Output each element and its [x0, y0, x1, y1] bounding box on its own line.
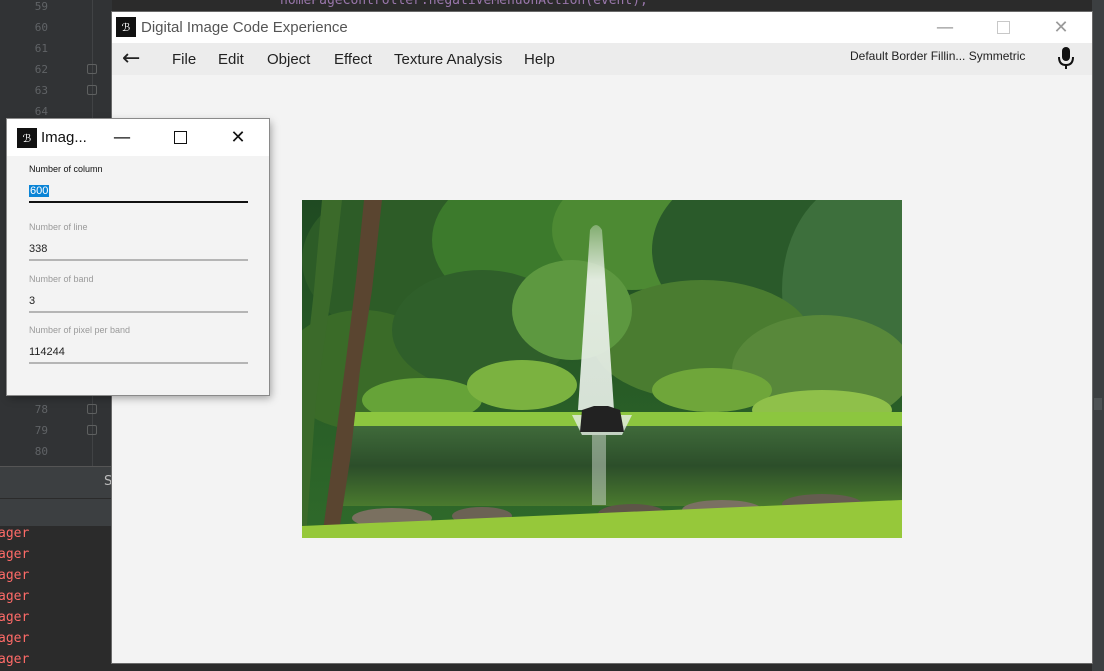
scroll-marker[interactable] [1094, 398, 1102, 410]
line-number: 80 [34, 445, 48, 458]
title-bar[interactable]: ℬ Digital Image Code Experience — ✕ [112, 12, 1092, 43]
field-underline [29, 362, 248, 364]
line-number: 60 [34, 21, 48, 34]
field-input[interactable]: 600 [29, 183, 248, 199]
dialog-minimize-icon[interactable]: — [94, 119, 150, 156]
back-arrow-icon[interactable]: ← [122, 46, 140, 71]
menu-effect[interactable]: Effect [334, 51, 372, 68]
minimize-icon[interactable]: — [916, 12, 974, 43]
fountain-landscape-image [302, 200, 902, 538]
menu-object[interactable]: Object [267, 51, 310, 68]
console-line: ager [0, 610, 30, 625]
window-title: Digital Image Code Experience [141, 19, 348, 36]
ide-right-strip [1092, 0, 1104, 671]
field-label: Number of band [29, 274, 94, 284]
ide-toolbar: S [0, 466, 112, 499]
field-label: Number of column [29, 164, 103, 174]
console-line: ager [0, 631, 30, 646]
dialog-close-icon[interactable]: ✕ [210, 119, 266, 156]
field-value[interactable]: 338 [29, 241, 248, 257]
line-number: 63 [34, 84, 48, 97]
console-line: ager [0, 547, 30, 562]
close-icon[interactable]: ✕ [1032, 12, 1090, 43]
console-line: ager [0, 652, 30, 667]
code-text: homePageController.negativeMenuOnAction(… [280, 0, 648, 8]
ide-console: ager ager ager ager ager ager ager [0, 526, 112, 671]
border-fill-status[interactable]: Default Border Fillin... Symmetric [850, 49, 1025, 63]
field-underline [29, 201, 248, 203]
menu-help[interactable]: Help [524, 51, 555, 68]
menu-texture-analysis[interactable]: Texture Analysis [394, 51, 502, 68]
line-count-field: Number of line 338 [29, 222, 248, 261]
line-number: 79 [34, 424, 48, 437]
menu-bar: ← File Edit Object Effect Texture Analys… [112, 43, 1092, 75]
line-number: 64 [34, 105, 48, 118]
fold-marker-icon[interactable] [87, 85, 97, 95]
fold-marker-icon[interactable] [87, 64, 97, 74]
column-count-field: Number of column 600 [29, 164, 248, 203]
field-value[interactable]: 600 [29, 185, 50, 197]
console-line: ager [0, 568, 30, 583]
field-value[interactable]: 3 [29, 293, 248, 309]
fold-marker-icon[interactable] [87, 425, 97, 435]
field-value[interactable]: 114244 [29, 344, 248, 360]
pixel-per-band-field: Number of pixel per band 114244 [29, 325, 248, 364]
menu-file[interactable]: File [172, 51, 196, 68]
field-label: Number of line [29, 222, 88, 232]
app-logo-icon: ℬ [116, 17, 136, 37]
image-info-dialog: ℬ Imag... — ✕ Number of column 600 Numbe… [7, 119, 269, 395]
field-underline [29, 311, 248, 313]
field-label: Number of pixel per band [29, 325, 131, 335]
fold-marker-icon[interactable] [87, 404, 97, 414]
dialog-logo-icon: ℬ [17, 128, 37, 148]
loaded-image[interactable] [302, 200, 902, 538]
maximize-icon[interactable] [974, 12, 1032, 43]
band-count-field: Number of band 3 [29, 274, 248, 313]
dialog-maximize-icon[interactable] [152, 119, 208, 156]
line-number: 78 [34, 403, 48, 416]
console-line: ager [0, 589, 30, 604]
ide-panel-header [0, 498, 112, 527]
field-underline [29, 259, 248, 261]
microphone-icon[interactable] [1056, 45, 1076, 71]
dialog-title-bar[interactable]: ℬ Imag... — ✕ [7, 119, 269, 156]
console-line: ager [0, 526, 30, 541]
line-number: 61 [34, 42, 48, 55]
line-number: 62 [34, 63, 48, 76]
line-number: 59 [34, 0, 48, 13]
menu-edit[interactable]: Edit [218, 51, 244, 68]
dialog-title: Imag... [41, 129, 87, 146]
